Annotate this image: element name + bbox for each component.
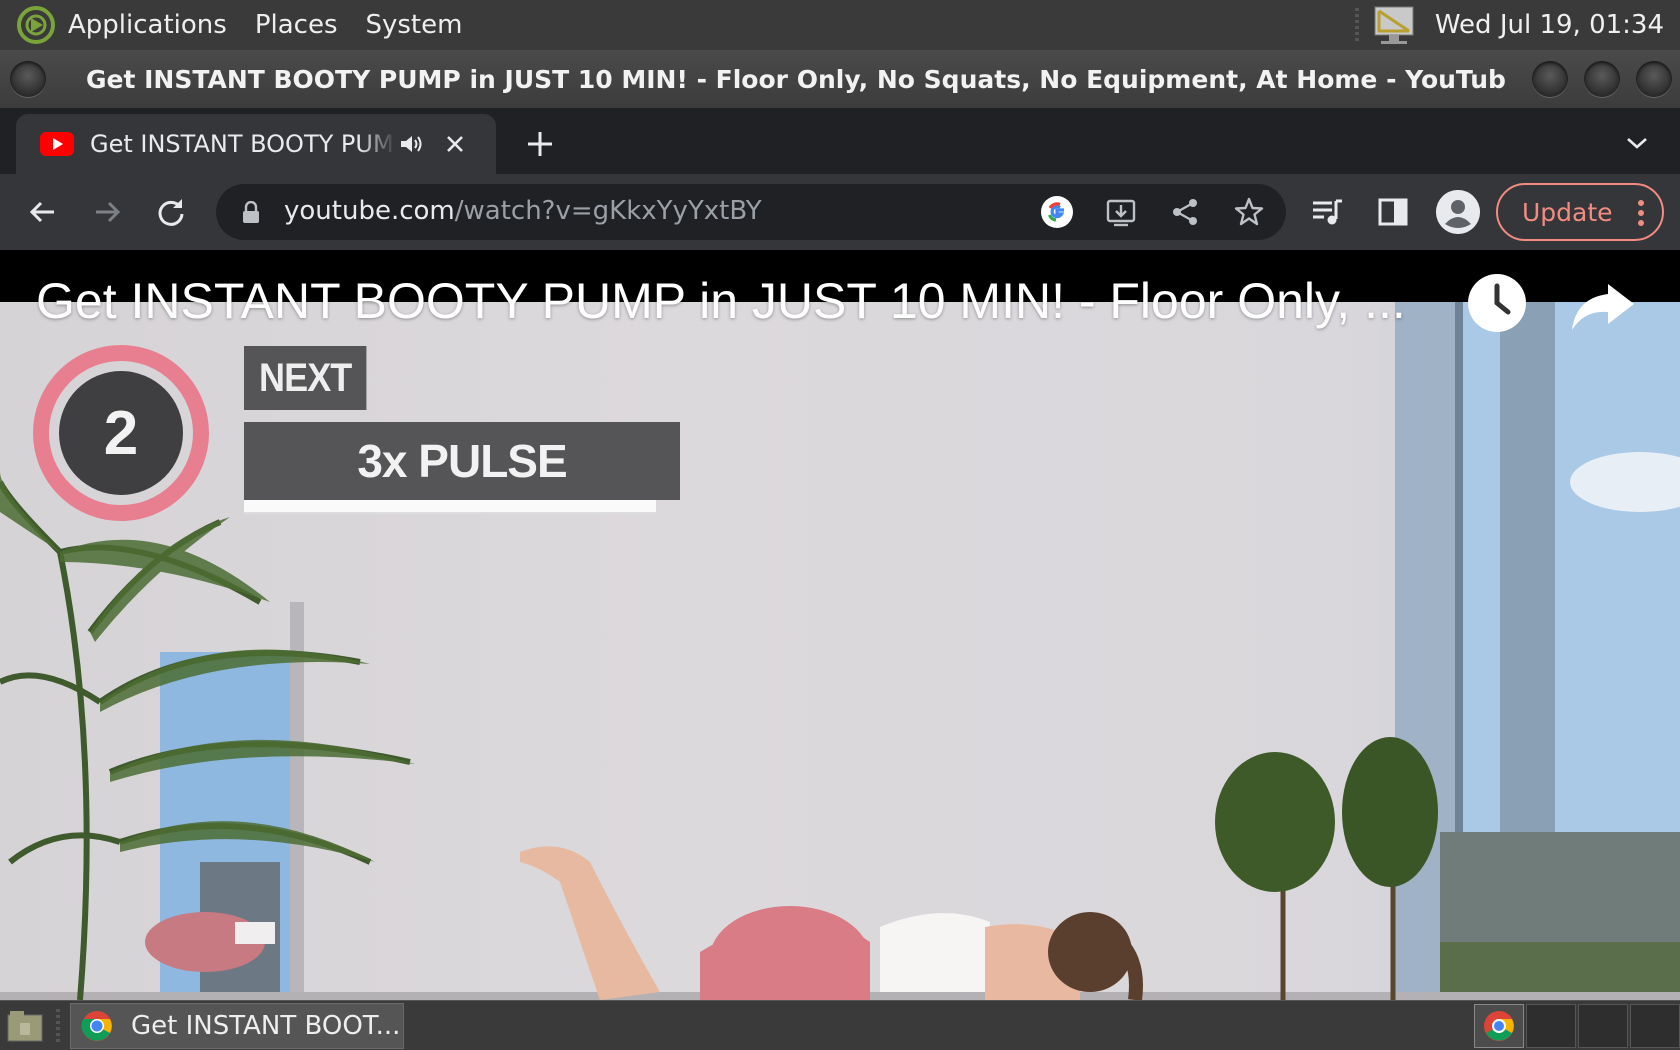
workspace-3[interactable] bbox=[1578, 1004, 1628, 1048]
window-controls bbox=[1532, 61, 1672, 97]
workspace-chrome-icon bbox=[1484, 1011, 1514, 1041]
forward-arrow-icon[interactable] bbox=[90, 195, 124, 229]
tab-strip: Get INSTANT BOOTY PUMP in JUST 10 MIN! -… bbox=[0, 108, 1680, 174]
close-window-button[interactable] bbox=[1636, 61, 1672, 97]
display-settings-icon[interactable] bbox=[1369, 3, 1417, 47]
chrome-menu-kebab-icon[interactable] bbox=[1638, 199, 1644, 227]
countdown-timer: 2 bbox=[33, 345, 209, 521]
update-label: Update bbox=[1522, 197, 1613, 227]
workspace-1[interactable] bbox=[1474, 1004, 1524, 1048]
lock-icon[interactable] bbox=[242, 201, 260, 223]
back-arrow-icon[interactable] bbox=[26, 195, 60, 229]
share-icon[interactable] bbox=[1168, 195, 1202, 229]
google-lens-icon[interactable] bbox=[1040, 195, 1074, 229]
video-player[interactable]: 2 NEXT 3x PULSE bbox=[0, 302, 1680, 1000]
exercise-name: 3x PULSE bbox=[244, 422, 680, 500]
install-app-icon[interactable] bbox=[1104, 195, 1138, 229]
media-controls-icon[interactable] bbox=[1310, 195, 1344, 229]
url-text[interactable]: youtube.com/watch?v=gKkxYyYxtBY bbox=[284, 196, 762, 226]
taskbar-window-title: Get INSTANT BOOT... bbox=[131, 1011, 401, 1041]
youtube-favicon-icon bbox=[40, 132, 74, 156]
panel-clock[interactable]: Wed Jul 19, 01:34 bbox=[1435, 10, 1664, 40]
close-tab-icon[interactable] bbox=[442, 131, 468, 157]
address-bar[interactable]: youtube.com/watch?v=gKkxYyYxtBY bbox=[216, 184, 1286, 240]
workspace-4[interactable] bbox=[1630, 1004, 1680, 1048]
panel-tray: Wed Jul 19, 01:34 bbox=[1354, 0, 1680, 50]
window-titlebar[interactable]: Get INSTANT BOOTY PUMP in JUST 10 MIN! -… bbox=[0, 50, 1680, 108]
menu-applications[interactable]: Applications bbox=[68, 10, 227, 40]
menu-system[interactable]: System bbox=[366, 10, 463, 40]
side-panel-icon[interactable] bbox=[1376, 195, 1410, 229]
timer-count: 2 bbox=[104, 399, 138, 468]
chrome-icon bbox=[81, 1011, 112, 1041]
window-title: Get INSTANT BOOTY PUMP in JUST 10 MIN! -… bbox=[86, 64, 1506, 94]
distro-logo-icon[interactable] bbox=[16, 5, 56, 45]
city-greenery bbox=[1440, 942, 1680, 1000]
reload-icon[interactable] bbox=[154, 195, 188, 229]
share-arrow-icon[interactable] bbox=[1570, 280, 1636, 334]
window-menu-button[interactable] bbox=[10, 61, 46, 97]
taskbar-grip bbox=[56, 1009, 60, 1043]
video-title[interactable]: Get INSTANT BOOTY PUMP in JUST 10 MIN! -… bbox=[36, 272, 1406, 330]
watch-later-clock-icon[interactable] bbox=[1466, 272, 1528, 334]
workspace-2[interactable] bbox=[1526, 1004, 1576, 1048]
youtube-page: 2 NEXT 3x PULSE Get INSTANT BOOTY PUMP i… bbox=[0, 250, 1680, 1000]
bottom-taskbar: Get INSTANT BOOT... bbox=[0, 1000, 1680, 1050]
menu-places[interactable]: Places bbox=[255, 10, 338, 40]
top-panel: Applications Places System Wed Jul 19, 0… bbox=[0, 0, 1680, 50]
url-host: youtube.com bbox=[284, 196, 455, 226]
taskbar-chrome-window[interactable]: Get INSTANT BOOT... bbox=[70, 1003, 404, 1049]
maximize-button[interactable] bbox=[1584, 61, 1620, 97]
profile-avatar-icon[interactable] bbox=[1436, 190, 1480, 234]
audio-playing-icon[interactable] bbox=[398, 131, 424, 157]
tab-youtube[interactable]: Get INSTANT BOOTY PUMP in JUST 10 MIN! -… bbox=[16, 114, 496, 174]
tab-title: Get INSTANT BOOTY PUMP in JUST 10 MIN! -… bbox=[90, 130, 396, 158]
minimize-button[interactable] bbox=[1532, 61, 1568, 97]
panel-grip bbox=[1354, 8, 1359, 42]
show-desktop-icon[interactable] bbox=[6, 1009, 44, 1043]
url-path: /watch?v=gKkxYyYxtBY bbox=[454, 196, 762, 226]
screen: Applications Places System Wed Jul 19, 0… bbox=[0, 0, 1680, 1050]
person-icon bbox=[1436, 190, 1480, 234]
browser-toolbar: youtube.com/watch?v=gKkxYyYxtBY Update bbox=[0, 174, 1680, 250]
bookmark-star-icon[interactable] bbox=[1232, 195, 1266, 229]
exercise-person bbox=[520, 846, 1143, 1000]
update-button[interactable]: Update bbox=[1496, 183, 1664, 241]
tab-search-chevron-icon[interactable] bbox=[1624, 132, 1650, 154]
new-tab-icon[interactable] bbox=[524, 128, 556, 160]
exercise-progress-bar bbox=[244, 500, 656, 514]
next-label: NEXT bbox=[244, 346, 367, 410]
